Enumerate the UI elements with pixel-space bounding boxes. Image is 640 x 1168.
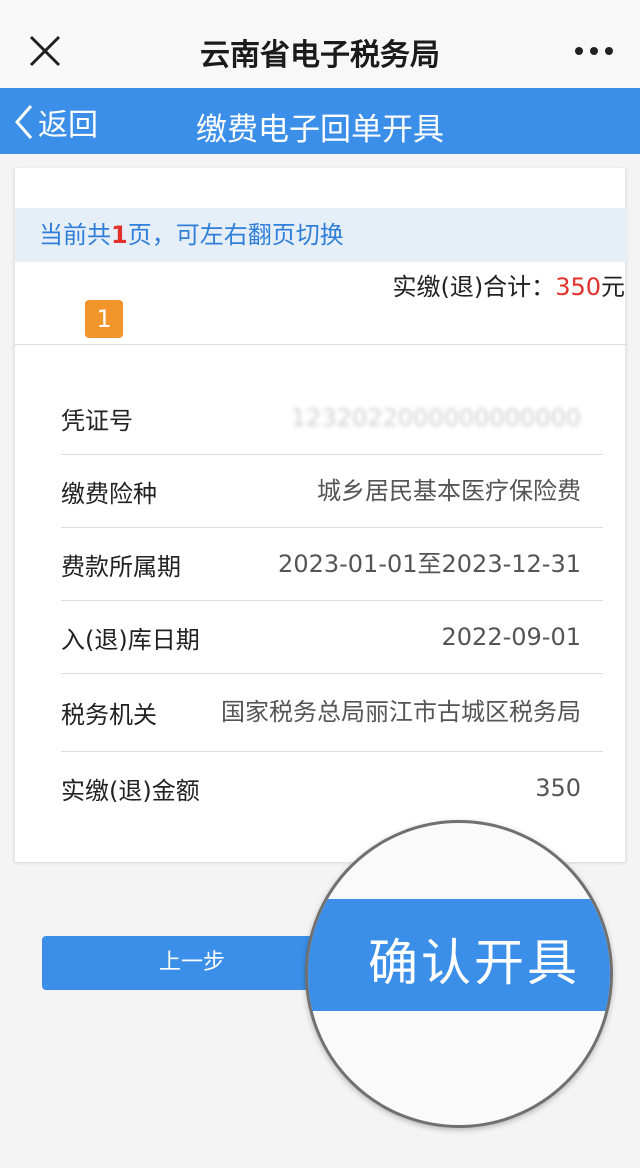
page-title: 缴费电子回单开具 [196,112,444,148]
detail-value: 2022-09-01 [441,622,581,651]
detail-label: 缴费险种 [61,479,157,508]
prev-step-button[interactable]: 上一步 [42,936,342,990]
page-hint-suffix: 页，可左右翻页切换 [127,221,344,249]
nav-bar: 返回 缴费电子回单开具 [0,88,640,154]
detail-row-insurance-type: 缴费险种 城乡居民基本医疗保险费 [61,455,603,528]
detail-label: 凭证号 [61,406,133,435]
app-header: 云南省电子税务局 [0,0,640,88]
page-count: 1 [111,221,128,249]
divider [15,344,627,345]
detail-label: 税务机关 [61,701,157,729]
page-tab-1[interactable]: 1 [85,300,123,338]
detail-value: 国家税务总局丽江市古城区税务局 [221,698,581,726]
detail-row-authority: 税务机关 国家税务总局丽江市古城区税务局 [61,674,603,752]
detail-row-voucher: 凭证号 1232022000000000000 [61,382,603,455]
detail-label: 入(退)库日期 [61,625,200,654]
detail-row-period: 费款所属期 2023-01-01至2023-12-31 [61,528,603,601]
total-value: 350 [555,273,601,301]
app-title: 云南省电子税务局 [200,38,440,73]
detail-value: 2023-01-01至2023-12-31 [278,549,581,578]
detail-label: 费款所属期 [61,552,181,581]
total-label: 实缴(退)合计： [392,273,556,301]
total-amount: 实缴(退)合计：350元 [392,267,625,302]
detail-label: 实缴(退)金额 [61,777,200,805]
magnifier-overlay: 确认开具 [305,820,613,1128]
detail-row-date: 入(退)库日期 2022-09-01 [61,601,603,674]
page-hint-prefix: 当前共 [39,221,111,249]
detail-value: 城乡居民基本医疗保险费 [317,476,581,505]
detail-row-amount: 实缴(退)金额 350 [61,752,603,825]
page-hint: 当前共1页，可左右翻页切换 [15,208,627,262]
detail-value: 350 [535,774,581,802]
confirm-button-label: 确认开具 [368,934,580,992]
receipt-card: 当前共1页，可左右翻页切换 实缴(退)合计：350元 1 凭证号 1232022… [14,168,627,862]
detail-list: 凭证号 1232022000000000000 缴费险种 城乡居民基本医疗保险费… [61,382,603,825]
more-icon[interactable] [574,45,614,57]
detail-value: 1232022000000000000 [290,403,581,432]
total-unit: 元 [601,273,625,301]
